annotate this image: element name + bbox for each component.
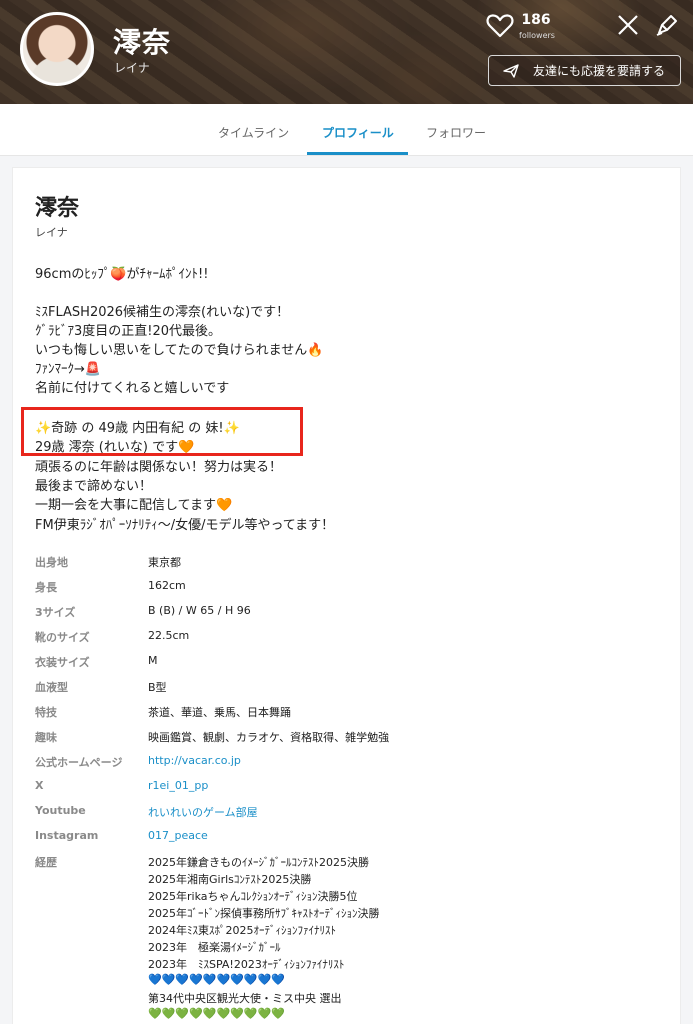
youtube-link[interactable]: れいれいのゲーム部屋 bbox=[148, 804, 258, 820]
tab-timeline[interactable]: タイムライン bbox=[218, 124, 289, 141]
x-account-link[interactable]: r1ei_01_pp bbox=[148, 779, 208, 792]
career-item: 2025年ｺﾞｰﾄﾞﾝ探偵事務所ｻﾌﾞｷｬｽﾄｵｰﾃﾞｨｼｮﾝ決勝 bbox=[148, 907, 380, 920]
spec-label-youtube: Youtube bbox=[35, 804, 86, 817]
send-icon bbox=[503, 63, 519, 78]
spec-value-costume-size: M bbox=[148, 654, 158, 667]
heart-icon[interactable] bbox=[486, 13, 514, 39]
avatar[interactable] bbox=[20, 12, 94, 86]
tab-bar: タイムライン プロフィール フォロワー bbox=[0, 104, 693, 156]
pen-icon[interactable] bbox=[654, 12, 680, 38]
career-item: 2025年湘南Girlsｺﾝﾃｽﾄ2025決勝 bbox=[148, 873, 312, 886]
followers-count: 186 bbox=[521, 12, 551, 28]
bio-line: ﾌｧﾝﾏｰｸ→🚨 bbox=[35, 362, 102, 377]
homepage-link[interactable]: http://vacar.co.jp bbox=[148, 754, 241, 767]
bio-line: 名前に付けてくれると嬉しいです bbox=[35, 381, 230, 396]
spec-value-blood-type: B型 bbox=[148, 681, 167, 694]
career-item: 2023年 ﾐｽSPA!2023ｵｰﾃﾞｨｼｮﾝﾌｧｲﾅﾘｽﾄ bbox=[148, 958, 345, 971]
career-item: 2025年鎌倉きものｲﾒｰｼﾞｶﾞｰﾙｺﾝﾃｽﾄ2025決勝 bbox=[148, 856, 369, 869]
spec-label-hobbies: 趣味 bbox=[35, 731, 57, 744]
profile-name: 澪奈 bbox=[35, 196, 80, 221]
bio-line: 頑張るのに年齢は関係ない！努力は実る！ bbox=[35, 460, 283, 475]
spec-value-three-sizes: B (B) / W 65 / H 96 bbox=[148, 604, 251, 617]
spec-label-x: X bbox=[35, 779, 44, 792]
spec-value-skills: 茶道、華道、乗馬、日本舞踊 bbox=[148, 706, 291, 719]
header-kana: レイナ bbox=[114, 61, 150, 75]
spec-value-hobbies: 映画鑑賞、観劇、カラオケ、資格取得、雑学勉強 bbox=[148, 731, 390, 744]
profile-kana: レイナ bbox=[35, 226, 68, 239]
bio-line: 最後まで諦めない！ bbox=[35, 479, 153, 494]
career-item: 💚💚💚💚💚💚💚💚💚💚 bbox=[148, 1007, 285, 1020]
spec-label-blood-type: 血液型 bbox=[35, 681, 68, 694]
spec-label-birthplace: 出身地 bbox=[35, 556, 68, 569]
career-item: 2024年ﾐｽ東ｽﾎﾟ2025ｵｰﾃﾞｨｼｮﾝﾌｧｲﾅﾘｽﾄ bbox=[148, 924, 336, 937]
bio-line: いつも悔しい思いをしてたので負けられません🔥 bbox=[35, 343, 324, 358]
spec-value-birthplace: 東京都 bbox=[148, 556, 181, 569]
spec-label-skills: 特技 bbox=[35, 706, 57, 719]
highlight-annotation-box bbox=[21, 407, 303, 456]
profile-banner bbox=[0, 0, 693, 104]
bio-line: FM伊東ﾗｼﾞｵﾊﾟｰｿﾅﾘﾃｨ〜/女優/モデル等やってます！ bbox=[35, 518, 335, 533]
x-logo-icon[interactable] bbox=[616, 13, 640, 37]
spec-value-height: 162cm bbox=[148, 579, 186, 592]
bio-line: 96cmのﾋｯﾌﾟ🍑がﾁｬｰﾑﾎﾟｲﾝﾄ!! bbox=[35, 267, 209, 282]
tab-profile[interactable]: プロフィール bbox=[322, 124, 394, 141]
header-name: 澪奈 bbox=[113, 26, 172, 59]
career-item: 2023年 極楽湯ｲﾒｰｼﾞｶﾞｰﾙ bbox=[148, 941, 281, 954]
spec-label-height: 身長 bbox=[35, 581, 57, 594]
bio-line: 一期一会を大事に配信してます🧡 bbox=[35, 498, 233, 513]
request-support-button[interactable]: 友達にも応援を要請する bbox=[488, 55, 681, 86]
spec-label-shoe-size: 靴のサイズ bbox=[35, 631, 90, 644]
career-item: 2025年rikaちゃんｺﾚｸｼｮﾝｵｰﾃﾞｨｼｮﾝ決勝5位 bbox=[148, 890, 358, 903]
spec-value-shoe-size: 22.5cm bbox=[148, 629, 190, 642]
instagram-link[interactable]: 017_peace bbox=[148, 829, 208, 842]
spec-label-instagram: Instagram bbox=[35, 829, 99, 842]
career-item: 第34代中央区観光大使・ミス中央 選出 bbox=[148, 992, 342, 1005]
spec-label-three-sizes: 3サイズ bbox=[35, 606, 76, 619]
active-tab-indicator bbox=[307, 152, 408, 155]
tab-followers[interactable]: フォロワー bbox=[426, 124, 486, 141]
bio-line: ｸﾞﾗﾋﾞｱ3度目の正直!20代最後。 bbox=[35, 324, 222, 339]
spec-label-homepage: 公式ホームページ bbox=[35, 756, 123, 769]
spec-label-career: 経歴 bbox=[35, 856, 57, 869]
request-support-label: 友達にも応援を要請する bbox=[533, 64, 666, 78]
bio-line: ﾐｽFLASH2026候補生の澪奈(れいな)です！ bbox=[35, 305, 290, 320]
spec-label-costume-size: 衣装サイズ bbox=[35, 656, 90, 669]
career-item: 💙💙💙💙💙💙💙💙💙💙 bbox=[148, 973, 285, 986]
followers-label: followers bbox=[519, 31, 555, 40]
